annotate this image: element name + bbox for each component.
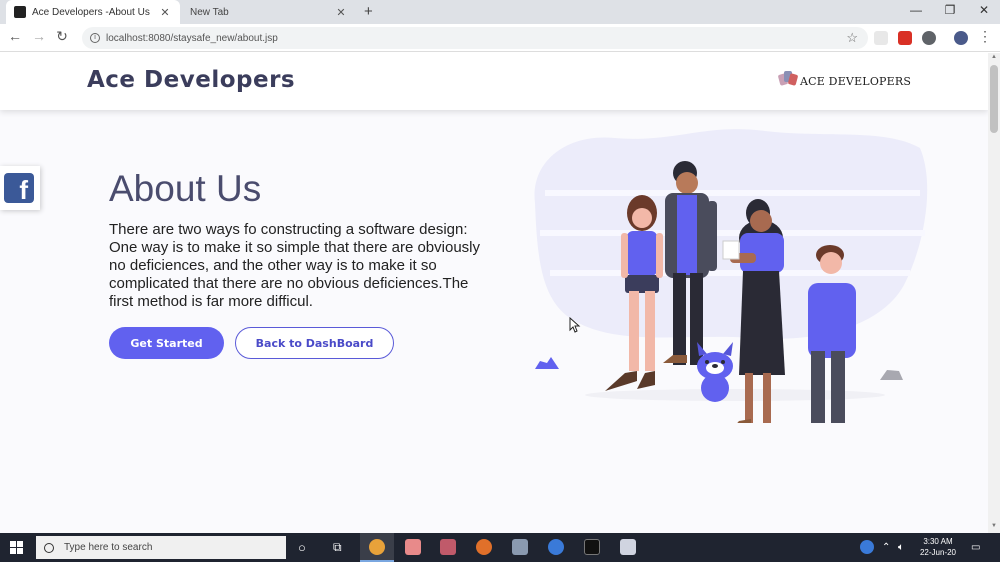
dog <box>697 342 733 402</box>
reload-icon[interactable]: ↻ <box>53 28 71 45</box>
restore-icon[interactable]: ❐ <box>940 3 960 17</box>
get-started-button[interactable]: Get Started <box>109 327 224 359</box>
firefox-icon[interactable] <box>476 539 492 555</box>
mouse-cursor-icon <box>569 317 581 333</box>
bookmark-star-icon[interactable]: ☆ <box>846 30 858 46</box>
taskbar-search-box[interactable]: Type here to search <box>36 536 286 559</box>
notifications-icon[interactable]: ▭ <box>971 542 980 553</box>
back-to-dashboard-button[interactable]: Back to DashBoard <box>235 327 394 359</box>
network-globe-icon[interactable] <box>860 540 874 554</box>
brand-title[interactable]: Ace Developers <box>87 67 295 93</box>
page-viewport: Ace Developers ACE DEVELOPERS f About Us… <box>0 53 988 533</box>
close-tab-icon[interactable]: ✕ <box>158 6 172 19</box>
scroll-down-icon[interactable]: ▼ <box>988 523 1000 529</box>
clock-time: 3:30 AM <box>923 537 953 546</box>
minimize-icon[interactable]: — <box>906 3 926 17</box>
extension-red-icon[interactable] <box>898 31 912 45</box>
windows-start-icon[interactable] <box>10 541 23 554</box>
tab-label: Ace Developers -About Us <box>32 6 150 18</box>
address-bar-row: ← → ↻ i localhost:8080/staysafe_new/abou… <box>0 24 1000 52</box>
close-window-icon[interactable]: ✕ <box>974 3 994 17</box>
back-icon[interactable]: ← <box>6 28 24 44</box>
chrome-icon[interactable] <box>369 539 385 555</box>
windows-taskbar: Type here to search ○ ⧉ ⌃ 🔈︎ 3:30 AM 22-… <box>0 533 1000 562</box>
terminal-icon[interactable] <box>584 539 600 555</box>
page-title: About Us <box>109 168 262 209</box>
tab-new-tab[interactable]: New Tab ✕ <box>182 0 356 24</box>
company-logo[interactable]: ACE DEVELOPERS <box>777 70 912 92</box>
team-illustration <box>534 129 928 423</box>
scroll-up-icon[interactable]: ▲ <box>988 54 1000 60</box>
app-icon-3[interactable] <box>512 539 528 555</box>
clock-date: 22-Jun-20 <box>919 548 957 557</box>
app-icon-4[interactable] <box>620 539 636 555</box>
site-header: Ace Developers ACE DEVELOPERS <box>0 53 988 110</box>
cortana-icon[interactable]: ○ <box>298 540 306 555</box>
new-tab-icon[interactable]: + <box>364 3 373 20</box>
app-icon-2[interactable] <box>440 539 456 555</box>
logo-text: ACE DEVELOPERS <box>800 74 912 88</box>
site-favicon-icon <box>14 6 26 18</box>
scroll-thumb[interactable] <box>990 65 998 133</box>
page-scrollbar[interactable]: ▲ ▼ <box>988 53 1000 533</box>
search-placeholder: Type here to search <box>64 542 153 553</box>
tray-chevron-icon[interactable]: ⌃ <box>882 542 890 553</box>
extension-cloud-icon[interactable] <box>874 31 888 45</box>
search-icon <box>44 542 54 553</box>
about-description: There are two ways fo constructing a sof… <box>109 221 481 310</box>
extension-gray-icon[interactable] <box>922 31 936 45</box>
facebook-icon: f <box>4 173 34 203</box>
forward-icon[interactable]: → <box>30 28 48 44</box>
url-field[interactable]: i localhost:8080/staysafe_new/about.jsp … <box>82 27 868 49</box>
tab-label: New Tab <box>190 6 229 18</box>
close-tab-icon[interactable]: ✕ <box>334 6 348 19</box>
app-icon-1[interactable] <box>405 539 421 555</box>
menu-kebab-icon[interactable]: ⋮ <box>976 28 994 45</box>
profile-avatar-icon[interactable] <box>954 31 968 45</box>
browser-tab-bar: Ace Developers -About Us ✕ New Tab ✕ + —… <box>0 0 1000 24</box>
clock[interactable]: 3:30 AM 22-Jun-20 <box>914 536 962 558</box>
site-info-icon[interactable]: i <box>90 33 100 43</box>
facebook-link[interactable]: f <box>0 166 40 210</box>
edge-icon[interactable] <box>548 539 564 555</box>
cards-logo-icon <box>777 70 799 92</box>
url-text: localhost:8080/staysafe_new/about.jsp <box>106 32 278 44</box>
volume-icon[interactable]: 🔈︎ <box>898 542 904 553</box>
task-view-icon[interactable]: ⧉ <box>333 540 342 555</box>
tab-about-us[interactable]: Ace Developers -About Us ✕ <box>6 0 180 24</box>
